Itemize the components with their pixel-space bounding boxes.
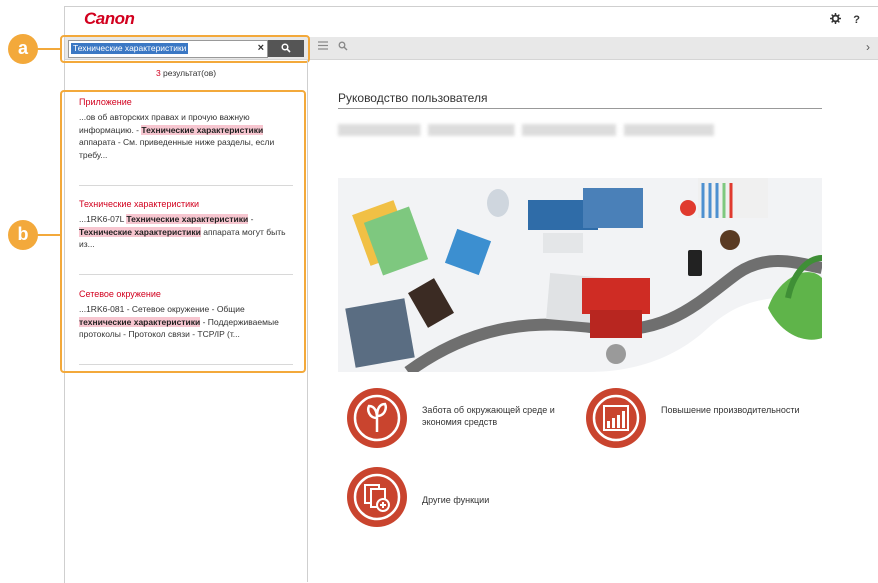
- blurred-breadcrumb: [338, 124, 714, 136]
- result-title[interactable]: Технические характеристики: [79, 199, 289, 209]
- top-icons: ?: [830, 13, 860, 27]
- result-snippet: ...ов об авторских правах и прочую важну…: [79, 111, 289, 161]
- callout-a-line: [34, 48, 61, 50]
- menu-label-environment[interactable]: Забота об окружающей среде и экономия ср…: [422, 404, 572, 428]
- snippet-hit: технические характеристики: [79, 316, 201, 327]
- search-highlight-box: [60, 35, 310, 63]
- snippet-text: ...1RK6-07L: [79, 214, 127, 224]
- result-count: 3 результат(ов): [65, 68, 307, 78]
- result-count-suffix: результат(ов): [160, 68, 217, 78]
- documents-icon[interactable]: [347, 467, 407, 527]
- toolbar-search-icon[interactable]: [338, 41, 348, 54]
- next-arrow-icon[interactable]: ›: [866, 40, 870, 54]
- result-divider: [79, 274, 293, 275]
- list-icon[interactable]: [318, 41, 328, 53]
- canon-logo: Canon: [84, 9, 135, 28]
- page-title: Руководство пользователя: [338, 91, 488, 105]
- snippet-text: ...1RK6-081 - Сетевое окружение - Общие: [79, 304, 245, 314]
- result-snippet: ...1RK6-081 - Сетевое окружение - Общие …: [79, 303, 289, 341]
- snippet-text: аппарата - См. приведенные ниже разделы,…: [79, 137, 275, 160]
- chart-icon[interactable]: [586, 388, 646, 448]
- result-title[interactable]: Приложение: [79, 97, 289, 107]
- hero-illustration: [338, 178, 822, 372]
- result-item[interactable]: Технические характеристики ...1RK6-07L Т…: [79, 199, 289, 251]
- result-title[interactable]: Сетевое окружение: [79, 289, 289, 299]
- callout-a: a: [8, 34, 38, 64]
- menu-label-productivity[interactable]: Повышение производительности: [661, 404, 801, 416]
- menu-label-other[interactable]: Другие функции: [422, 494, 562, 506]
- snippet-hit: Технические характеристики: [141, 124, 264, 135]
- result-item[interactable]: Приложение ...ов об авторских правах и п…: [79, 97, 289, 161]
- title-rule: [338, 108, 822, 109]
- snippet-text: -: [248, 214, 254, 224]
- callout-b: b: [8, 220, 38, 250]
- result-item[interactable]: Сетевое окружение ...1RK6-081 - Сетевое …: [79, 289, 289, 341]
- result-snippet: ...1RK6-07L Технические характеристики -…: [79, 213, 289, 251]
- result-divider: [79, 364, 293, 365]
- snippet-hit: Технические характеристики: [126, 214, 249, 224]
- help-button[interactable]: ?: [853, 14, 860, 26]
- leaf-icon[interactable]: [347, 388, 407, 448]
- callout-b-line: [34, 234, 61, 236]
- result-divider: [79, 185, 293, 186]
- snippet-hit: Технические характеристики: [79, 226, 201, 237]
- gear-icon[interactable]: [830, 13, 842, 27]
